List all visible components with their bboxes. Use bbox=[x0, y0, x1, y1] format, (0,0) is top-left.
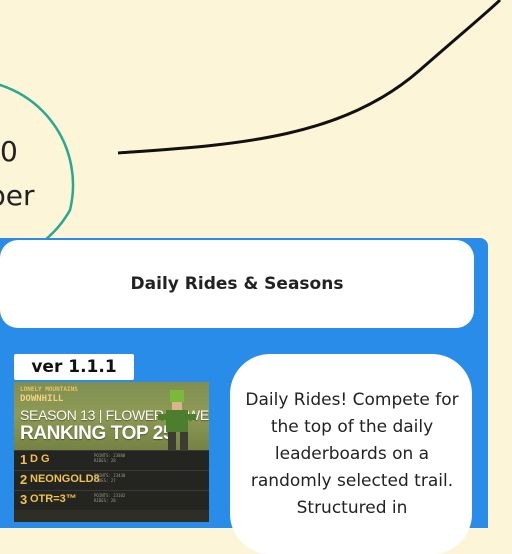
circle-caption: 0 ber bbox=[0, 130, 35, 218]
rank-number: 1 bbox=[20, 452, 28, 467]
game-logo: LONELY MOUNTAINS DOWNHILL bbox=[20, 386, 78, 404]
leaderboard-thumbnail[interactable]: LONELY MOUNTAINS DOWNHILL SEASON 13 | FL… bbox=[14, 382, 209, 522]
player-name: NEONGOLD8 bbox=[30, 473, 100, 485]
ranking-title: RANKING TOP 25 bbox=[20, 423, 174, 444]
section-header-card: Daily Rides & Seasons bbox=[0, 240, 474, 328]
decorative-curve bbox=[117, 0, 502, 155]
section-title: Daily Rides & Seasons bbox=[130, 274, 344, 294]
circle-caption-line2: ber bbox=[0, 179, 35, 212]
circle-caption-line1: 0 bbox=[0, 135, 18, 168]
player-stats: POINTS: 23880 RIDES: 28 bbox=[94, 453, 126, 463]
leaderboard-row: 3 OTR=3™ POINTS: 23102 RIDES: 28 bbox=[14, 490, 209, 510]
player-stats: POINTS: 23102 RIDES: 28 bbox=[94, 493, 126, 503]
leaderboard-row: 2 NEONGOLD8 POINTS: 23430 RIDES: 27 bbox=[14, 470, 209, 490]
rank-number: 3 bbox=[20, 492, 28, 507]
game-logo-line2: DOWNHILL bbox=[20, 394, 64, 404]
description-text: Daily Rides! Compete for the top of the … bbox=[245, 390, 459, 518]
version-label: ver 1.1.1 bbox=[14, 354, 134, 380]
rank-number: 2 bbox=[20, 472, 28, 487]
player-name: D G bbox=[30, 453, 50, 465]
game-logo-line1: LONELY MOUNTAINS bbox=[20, 386, 78, 393]
player-name: OTR=3™ bbox=[30, 493, 77, 505]
player-stats: POINTS: 23430 RIDES: 27 bbox=[94, 473, 126, 483]
leaderboard-row: 1 D G POINTS: 23880 RIDES: 28 bbox=[14, 450, 209, 470]
